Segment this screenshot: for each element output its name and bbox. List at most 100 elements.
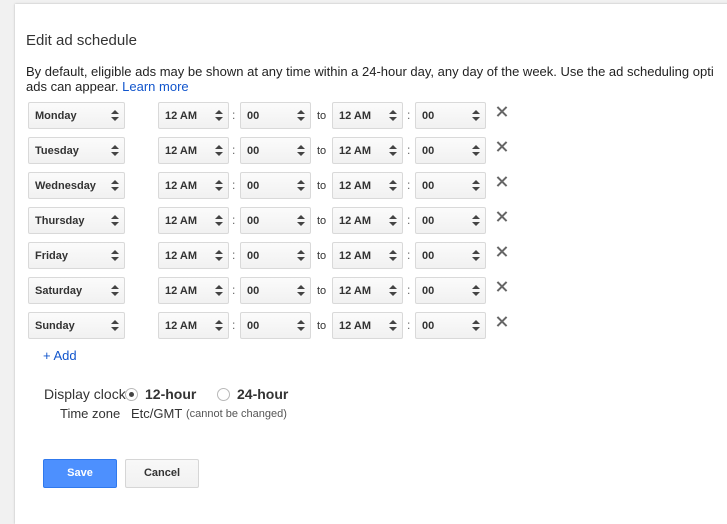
updown-arrows-icon: [297, 145, 305, 157]
updown-arrows-icon: [215, 145, 223, 157]
updown-arrows-icon: [297, 180, 305, 192]
clock-12-hour-radio[interactable]: [125, 388, 138, 401]
updown-arrows-icon: [215, 285, 223, 297]
clock-12-hour-label[interactable]: 12-hour: [145, 386, 196, 402]
cancel-button[interactable]: Cancel: [125, 459, 199, 488]
day-select[interactable]: Thursday: [28, 207, 125, 234]
time-colon: :: [407, 283, 411, 297]
start-hour-select[interactable]: 12 AM: [158, 242, 229, 269]
end-minute-select[interactable]: 00: [415, 312, 486, 339]
day-select[interactable]: Sunday: [28, 312, 125, 339]
display-clock-label: Display clock: [44, 386, 126, 402]
description-text: By default, eligible ads may be shown at…: [26, 64, 714, 79]
updown-arrows-icon: [215, 180, 223, 192]
time-zone-label: Time zone: [60, 406, 121, 421]
start-minute-select[interactable]: 00: [240, 242, 311, 269]
start-hour-select[interactable]: 12 AM: [158, 277, 229, 304]
updown-arrows-icon: [472, 250, 480, 262]
time-zone-note: (cannot be changed): [186, 408, 287, 420]
updown-arrows-icon: [472, 145, 480, 157]
start-minute-select[interactable]: 00: [240, 137, 311, 164]
time-colon: :: [232, 108, 236, 122]
start-minute-select[interactable]: 00: [240, 102, 311, 129]
updown-arrows-icon: [389, 110, 397, 122]
updown-arrows-icon: [389, 320, 397, 332]
close-icon[interactable]: [495, 280, 509, 294]
start-minute-select[interactable]: 00: [240, 207, 311, 234]
end-minute-select[interactable]: 00: [415, 102, 486, 129]
updown-arrows-icon: [215, 110, 223, 122]
close-icon[interactable]: [495, 245, 509, 259]
end-minute-select[interactable]: 00: [415, 207, 486, 234]
updown-arrows-icon: [111, 180, 119, 192]
time-colon: :: [407, 178, 411, 192]
end-minute-select[interactable]: 00: [415, 137, 486, 164]
time-colon: :: [232, 143, 236, 157]
clock-24-hour-radio[interactable]: [217, 388, 230, 401]
start-hour-select[interactable]: 12 AM: [158, 102, 229, 129]
to-label: to: [317, 180, 327, 192]
start-hour-select[interactable]: 12 AM: [158, 312, 229, 339]
end-hour-select[interactable]: 12 AM: [332, 312, 403, 339]
end-hour-select[interactable]: 12 AM: [332, 242, 403, 269]
close-icon[interactable]: [495, 315, 509, 329]
updown-arrows-icon: [111, 215, 119, 227]
to-label: to: [317, 285, 327, 297]
updown-arrows-icon: [472, 110, 480, 122]
updown-arrows-icon: [472, 285, 480, 297]
start-minute-select[interactable]: 00: [240, 172, 311, 199]
add-schedule-link[interactable]: + Add: [43, 348, 77, 363]
updown-arrows-icon: [389, 285, 397, 297]
clock-24-hour-label[interactable]: 24-hour: [237, 386, 288, 402]
updown-arrows-icon: [297, 215, 305, 227]
close-icon[interactable]: [495, 175, 509, 189]
time-zone-value: Etc/GMT: [131, 406, 183, 421]
end-hour-select[interactable]: 12 AM: [332, 102, 403, 129]
updown-arrows-icon: [472, 320, 480, 332]
end-minute-select[interactable]: 00: [415, 277, 486, 304]
time-colon: :: [232, 283, 236, 297]
updown-arrows-icon: [111, 145, 119, 157]
start-minute-select[interactable]: 00: [240, 277, 311, 304]
updown-arrows-icon: [472, 215, 480, 227]
end-hour-select[interactable]: 12 AM: [332, 207, 403, 234]
updown-arrows-icon: [111, 285, 119, 297]
day-select[interactable]: Wednesday: [28, 172, 125, 199]
day-select[interactable]: Monday: [28, 102, 125, 129]
dialog-title: Edit ad schedule: [26, 32, 137, 49]
day-select[interactable]: Friday: [28, 242, 125, 269]
close-icon[interactable]: [495, 210, 509, 224]
end-hour-select[interactable]: 12 AM: [332, 172, 403, 199]
end-minute-select[interactable]: 00: [415, 242, 486, 269]
updown-arrows-icon: [111, 250, 119, 262]
to-label: to: [317, 215, 327, 227]
updown-arrows-icon: [297, 285, 305, 297]
time-colon: :: [407, 108, 411, 122]
day-select[interactable]: Tuesday: [28, 137, 125, 164]
end-hour-select[interactable]: 12 AM: [332, 137, 403, 164]
time-colon: :: [232, 213, 236, 227]
updown-arrows-icon: [472, 180, 480, 192]
learn-more-link[interactable]: Learn more: [122, 79, 188, 94]
dialog-description: By default, eligible ads may be shown at…: [26, 64, 726, 94]
time-colon: :: [232, 318, 236, 332]
to-label: to: [317, 250, 327, 262]
end-hour-select[interactable]: 12 AM: [332, 277, 403, 304]
start-hour-select[interactable]: 12 AM: [158, 207, 229, 234]
to-label: to: [317, 145, 327, 157]
updown-arrows-icon: [297, 250, 305, 262]
end-minute-select[interactable]: 00: [415, 172, 486, 199]
start-hour-select[interactable]: 12 AM: [158, 137, 229, 164]
updown-arrows-icon: [389, 180, 397, 192]
updown-arrows-icon: [389, 145, 397, 157]
start-hour-select[interactable]: 12 AM: [158, 172, 229, 199]
day-select[interactable]: Saturday: [28, 277, 125, 304]
close-icon[interactable]: [495, 105, 509, 119]
time-colon: :: [407, 213, 411, 227]
close-icon[interactable]: [495, 140, 509, 154]
to-label: to: [317, 320, 327, 332]
start-minute-select[interactable]: 00: [240, 312, 311, 339]
to-label: to: [317, 110, 327, 122]
updown-arrows-icon: [215, 215, 223, 227]
save-button[interactable]: Save: [43, 459, 117, 488]
